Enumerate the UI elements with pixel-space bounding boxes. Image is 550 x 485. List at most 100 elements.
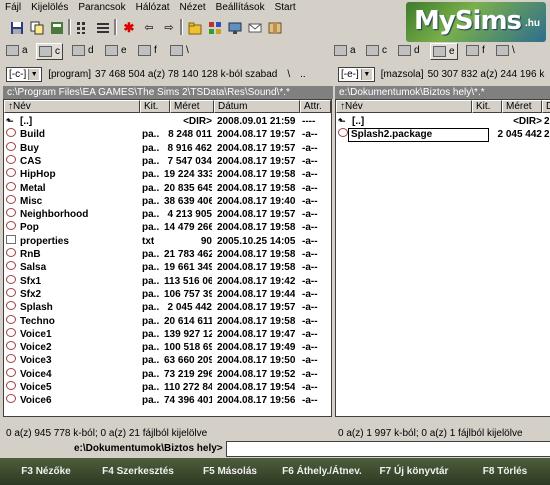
file-row[interactable]: Voice1 pa.. 139 927 129 2004.08.17 19:47 -a-…	[4, 327, 331, 341]
left-drive-a[interactable]: a	[6, 43, 28, 58]
file-row[interactable]: Salsa pa.. 19 661 349 2004.08.17 19:58 -a--	[4, 261, 331, 274]
right-drive-d[interactable]: d	[398, 43, 420, 58]
file-date: 2004.08.17 19:52	[217, 368, 296, 380]
file-row[interactable]: Techno pa.. 20 614 611 2004.08.17 19:58 -a--	[4, 314, 331, 328]
file-row[interactable]: Voice2 pa.. 100 518 693 2004.08.17 19:49 -a-…	[4, 341, 331, 354]
file-row[interactable]: Splash2.package 2 045 442 2	[336, 128, 550, 143]
file-name: RnB	[20, 249, 41, 260]
mail-icon[interactable]	[246, 19, 264, 36]
file-row[interactable]: Metal pa.. 20 835 645 2004.08.17 19:58 -a--	[4, 181, 331, 195]
menu-view[interactable]: Nézet	[175, 0, 211, 13]
file-row[interactable]: HipHop pa.. 19 224 333 2004.08.17 19:58 -a--	[4, 168, 331, 181]
left-drive-f[interactable]: f	[138, 43, 157, 58]
right-drive-select[interactable]: [-e-] ▼	[338, 67, 375, 82]
forward-icon[interactable]: ⇨	[160, 19, 178, 36]
menu-file[interactable]: Fájl	[0, 0, 26, 13]
menu-start[interactable]: Start	[270, 0, 301, 13]
right-drive-c[interactable]: c	[366, 43, 387, 58]
pack-icon[interactable]	[266, 19, 284, 36]
left-header-ext[interactable]: Kit.	[140, 100, 170, 113]
logo-text: MySims	[414, 6, 522, 36]
network-icon[interactable]	[226, 19, 244, 36]
file-size: 110 272 840	[164, 382, 212, 393]
file-row[interactable]: Voice3 pa.. 63 660 209 2004.08.17 19:50 -a--	[4, 354, 331, 367]
file-row[interactable]: properties txt 90 2005.10.25 14:05 -a--	[4, 234, 331, 248]
menu-commands[interactable]: Parancsok	[73, 0, 130, 13]
file-row[interactable]: Splash pa.. 2 045 442 2004.08.17 19:57 -a--	[4, 301, 331, 314]
file-row[interactable]: Build pa.. 8 248 011 2004.08.17 19:57 -a--	[4, 128, 331, 141]
grid-icon[interactable]	[74, 19, 92, 36]
f7-mkdir-button[interactable]: F7 Új könyvtár	[368, 458, 460, 485]
list-icon[interactable]	[94, 19, 112, 36]
file-row[interactable]: Neighborhood pa.. 4 213 905 2004.08.17 19:5…	[4, 208, 331, 221]
right-file-panel[interactable]: ↑Név Kit. Méret Dá ⬑[..]<DIR>2Splash2.pa…	[335, 99, 550, 417]
left-header-attr[interactable]: Attr.	[300, 100, 331, 113]
left-drive-c[interactable]: c	[36, 43, 63, 60]
rename-input[interactable]: Splash2.package	[348, 128, 489, 143]
file-row[interactable]: Misc pa.. 38 639 406 2004.08.17 19:40 -a--	[4, 194, 331, 208]
left-header-size[interactable]: Méret	[170, 100, 214, 113]
parent-dir-icon: ⬑	[338, 116, 346, 126]
left-up-button[interactable]: ..	[300, 69, 306, 80]
left-header-date[interactable]: Dátum	[214, 100, 300, 113]
file-size: 20 614 611	[164, 315, 212, 327]
f6-move-button[interactable]: F6 Áthely./Átnev.	[276, 458, 368, 485]
left-header-name[interactable]: ↑Név	[4, 100, 140, 113]
right-header-name[interactable]: ↑Név	[336, 100, 472, 113]
file-row[interactable]: Pop pa.. 14 479 266 2004.08.17 19:58 -a--	[4, 221, 331, 234]
right-drive-root[interactable]: \	[496, 43, 515, 58]
left-drive-e[interactable]: e	[105, 43, 127, 58]
left-root-button[interactable]: \	[287, 69, 290, 80]
f8-delete-button[interactable]: F8 Törlés	[460, 458, 550, 485]
file-row[interactable]: CAS pa.. 7 547 034 2004.08.17 19:57 -a--	[4, 154, 331, 168]
right-drive-e[interactable]: e	[430, 43, 458, 60]
file-row[interactable]: Voice4 pa.. 73 219 296 2004.08.17 19:52 -a--	[4, 367, 331, 381]
parent-dir-icon: ⬑	[6, 116, 14, 126]
tree-icon[interactable]	[206, 19, 224, 36]
file-row[interactable]: ⬑ [..] <DIR> 2008.09.01 21:59 ----	[4, 115, 331, 128]
menu-network[interactable]: Hálózat	[131, 0, 175, 13]
file-size: 19 661 349	[164, 262, 212, 274]
star-icon[interactable]: ✱	[120, 19, 138, 36]
file-attr: -a--	[302, 142, 318, 154]
left-file-panel[interactable]: ↑Név Kit. Méret Dátum Attr. ⬑ [..] <DIR> 20…	[3, 99, 332, 417]
right-header-date[interactable]: Dá	[542, 100, 550, 113]
file-row[interactable]: Buy pa.. 8 916 462 2004.08.17 19:57 -a--	[4, 141, 331, 155]
f4-edit-button[interactable]: F4 Szerkesztés	[92, 458, 184, 485]
file-ext: txt	[142, 235, 155, 247]
command-input[interactable]	[226, 441, 550, 457]
right-header-size[interactable]: Méret	[502, 100, 542, 113]
file-row[interactable]: Voice6 pa.. 74 396 401 2004.08.17 19:56 -a--	[4, 394, 331, 407]
left-drive-select[interactable]: [-c-] ▼	[6, 67, 43, 82]
drive-icon	[170, 45, 183, 56]
file-row[interactable]: Sfx2 pa.. 106 757 395 2004.08.17 19:44 -a--	[4, 287, 331, 301]
package-file-icon	[6, 168, 16, 178]
file-date: 2004.08.17 19:58	[217, 315, 296, 327]
command-line: e:\Dokumentumok\Biztos hely>	[0, 440, 550, 458]
file-row[interactable]: ⬑ [..] <DIR> 2	[336, 115, 550, 128]
menu-settings[interactable]: Beállítások	[211, 0, 270, 13]
file-row[interactable]: Sfx1 pa.. 113 516 061 2004.08.17 19:42 -a--	[4, 274, 331, 288]
file-row[interactable]: Voice5 pa.. 110 272 840 2004.08.17 19:54 -a-…	[4, 381, 331, 394]
f5-copy-button[interactable]: F5 Másolás	[184, 458, 276, 485]
back-icon[interactable]: ⇦	[140, 19, 158, 36]
right-drive-f[interactable]: f	[466, 43, 485, 58]
folder-icon[interactable]	[186, 19, 204, 36]
file-date: 2004.08.17 19:58	[217, 249, 296, 260]
right-header-ext[interactable]: Kit.	[472, 100, 502, 113]
left-drive-d[interactable]: d	[72, 43, 94, 58]
command-prompt: e:\Dokumentumok\Biztos hely>	[74, 443, 223, 454]
floppy-icon[interactable]	[8, 19, 26, 36]
file-size: 63 660 209	[164, 355, 212, 367]
move-icon[interactable]	[48, 19, 66, 36]
right-drive-a[interactable]: a	[334, 43, 356, 58]
file-row[interactable]: RnB pa.. 21 783 462 2004.08.17 19:58 -a--	[4, 248, 331, 261]
drive-label: \	[512, 45, 515, 56]
left-drive-root[interactable]: \	[170, 43, 189, 58]
file-ext: pa..	[142, 262, 160, 274]
menu-select[interactable]: Kijelölés	[26, 0, 73, 13]
file-attr: -a--	[302, 235, 318, 247]
f3-view-button[interactable]: F3 Nézőke	[0, 458, 92, 485]
copy-icon[interactable]	[28, 19, 46, 36]
file-ext: pa..	[142, 195, 160, 207]
